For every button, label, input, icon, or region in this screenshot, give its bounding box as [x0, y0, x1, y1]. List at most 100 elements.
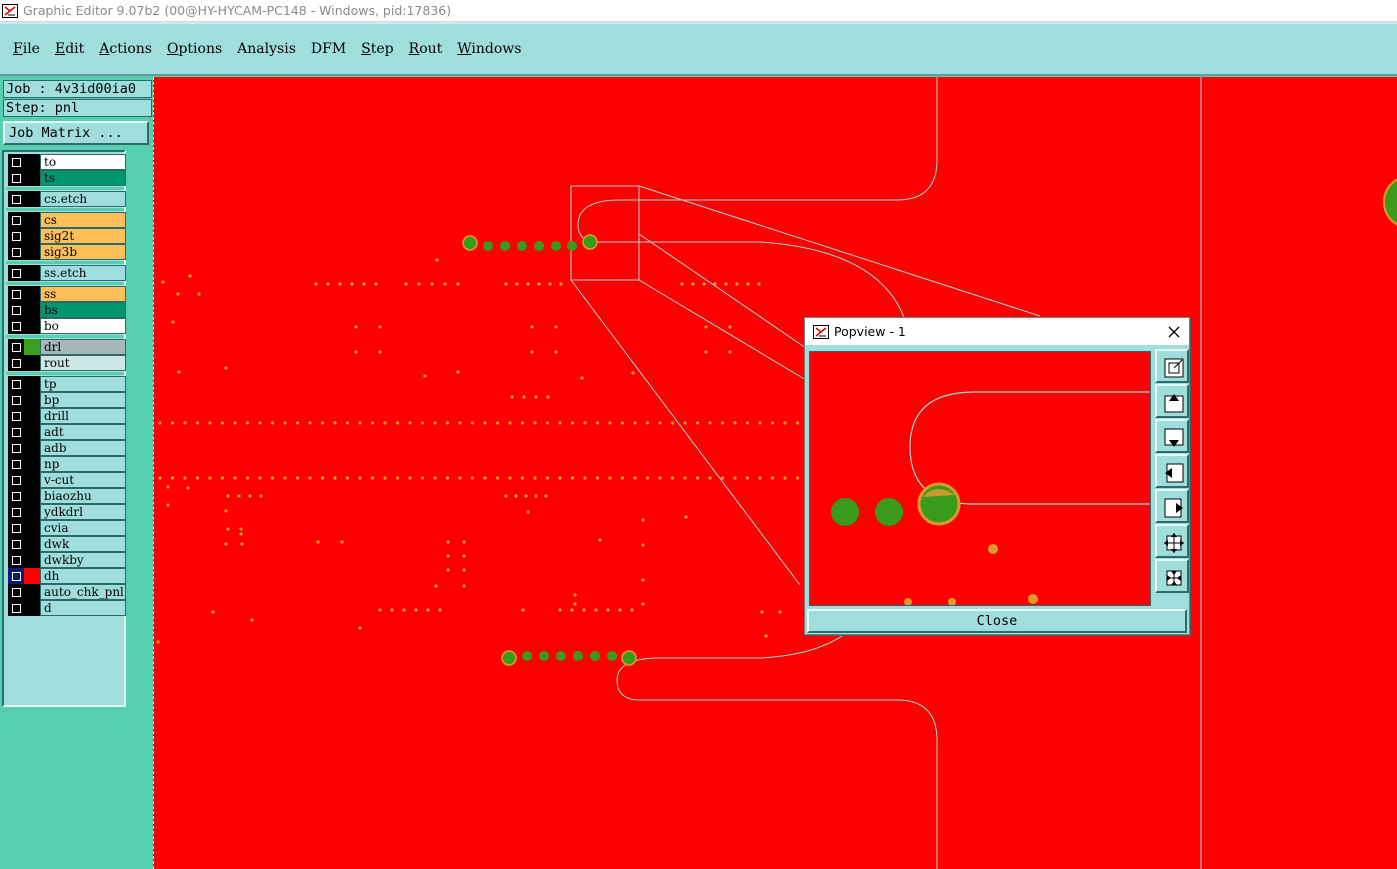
layer-checkbox[interactable]	[8, 154, 24, 170]
layer-checkbox[interactable]	[8, 472, 24, 488]
layer-color-swatch[interactable]	[24, 339, 40, 355]
layer-checkbox[interactable]	[8, 456, 24, 472]
layer-name[interactable]: ts	[40, 170, 126, 186]
layer-name[interactable]: drill	[40, 408, 126, 424]
layer-checkbox[interactable]	[8, 265, 24, 281]
layer-checkbox[interactable]	[8, 244, 24, 260]
layer-name[interactable]: cvia	[40, 520, 126, 536]
layer-color-swatch[interactable]	[24, 520, 40, 536]
layer-color-swatch[interactable]	[24, 552, 40, 568]
layer-checkbox[interactable]	[8, 600, 24, 616]
layer-color-swatch[interactable]	[24, 440, 40, 456]
layer-name[interactable]: ydkdrl	[40, 504, 126, 520]
layer-checkbox[interactable]	[8, 286, 24, 302]
layer-row-ss[interactable]: ss	[6, 286, 126, 302]
layer-row-dh[interactable]: dh	[6, 568, 126, 584]
layer-row-dwkby[interactable]: dwkby	[6, 552, 126, 568]
layer-checkbox[interactable]	[8, 584, 24, 600]
layer-name[interactable]: sig2t	[40, 228, 126, 244]
layer-row-bp[interactable]: bp	[6, 392, 126, 408]
menu-file[interactable]: File	[13, 41, 40, 57]
layer-color-swatch[interactable]	[24, 286, 40, 302]
layer-color-swatch[interactable]	[24, 154, 40, 170]
layer-color-swatch[interactable]	[24, 408, 40, 424]
layer-color-swatch[interactable]	[24, 600, 40, 616]
layer-row-ts[interactable]: ts	[6, 170, 126, 186]
menu-windows[interactable]: Windows	[457, 41, 521, 57]
layer-color-swatch[interactable]	[24, 424, 40, 440]
menu-options[interactable]: Options	[167, 41, 222, 57]
layer-checkbox[interactable]	[8, 318, 24, 334]
layer-checkbox[interactable]	[8, 376, 24, 392]
layer-name[interactable]: dh	[40, 568, 126, 584]
layer-checkbox[interactable]	[8, 228, 24, 244]
layer-checkbox[interactable]	[8, 339, 24, 355]
layer-checkbox[interactable]	[8, 392, 24, 408]
layer-row-drill[interactable]: drill	[6, 408, 126, 424]
layer-name[interactable]: bs	[40, 302, 126, 318]
layer-color-swatch[interactable]	[24, 376, 40, 392]
layer-row-drl[interactable]: drl	[6, 339, 126, 355]
layer-name[interactable]: rout	[40, 355, 126, 371]
layer-name[interactable]: biaozhu	[40, 488, 126, 504]
menu-edit[interactable]: Edit	[55, 41, 84, 57]
layer-row-bo[interactable]: bo	[6, 318, 126, 334]
layer-name[interactable]: to	[40, 154, 126, 170]
layer-color-swatch[interactable]	[24, 472, 40, 488]
layer-row-v-cut[interactable]: v-cut	[6, 472, 126, 488]
layer-checkbox[interactable]	[8, 212, 24, 228]
layer-color-swatch[interactable]	[24, 302, 40, 318]
layer-row-rout[interactable]: rout	[6, 355, 126, 371]
layer-name[interactable]: adb	[40, 440, 126, 456]
menu-analysis[interactable]: Analysis	[237, 41, 296, 57]
layer-name[interactable]: drl	[40, 339, 126, 355]
menu-rout[interactable]: Rout	[409, 41, 443, 57]
layer-color-swatch[interactable]	[24, 170, 40, 186]
layer-row-sig2t[interactable]: sig2t	[6, 228, 126, 244]
layer-row-sig3b[interactable]: sig3b	[6, 244, 126, 260]
layer-row-auto-chk-pnl[interactable]: auto_chk_pnl	[6, 584, 126, 600]
layer-row-biaozhu[interactable]: biaozhu	[6, 488, 126, 504]
pan-right-button[interactable]	[1155, 489, 1189, 523]
layer-name[interactable]: v-cut	[40, 472, 126, 488]
layer-name[interactable]: dwkby	[40, 552, 126, 568]
layer-checkbox[interactable]	[8, 440, 24, 456]
pan-down-button[interactable]	[1155, 419, 1189, 453]
layer-name[interactable]: ss	[40, 286, 126, 302]
layer-checkbox[interactable]	[8, 302, 24, 318]
layer-checkbox[interactable]	[8, 355, 24, 371]
job-matrix-button[interactable]: Job Matrix ...	[3, 121, 149, 145]
layer-name[interactable]: sig3b	[40, 244, 126, 260]
layer-checkbox[interactable]	[8, 568, 24, 584]
layer-row-ss-etch[interactable]: ss.etch	[6, 265, 126, 281]
pan-left-button[interactable]	[1155, 454, 1189, 488]
layer-name[interactable]: auto_chk_pnl	[40, 584, 126, 600]
layer-name[interactable]: d	[40, 600, 126, 616]
layer-name[interactable]: cs	[40, 212, 126, 228]
layer-row-bs[interactable]: bs	[6, 302, 126, 318]
layer-row-to[interactable]: to	[6, 154, 126, 170]
layer-row-cvia[interactable]: cvia	[6, 520, 126, 536]
layer-color-swatch[interactable]	[24, 318, 40, 334]
layer-color-swatch[interactable]	[24, 392, 40, 408]
layer-color-swatch[interactable]	[24, 265, 40, 281]
layer-row-cs[interactable]: cs	[6, 212, 126, 228]
pan-up-button[interactable]	[1155, 384, 1189, 418]
layer-row-ydkdrl[interactable]: ydkdrl	[6, 504, 126, 520]
layer-row-tp[interactable]: tp	[6, 376, 126, 392]
layer-checkbox[interactable]	[8, 536, 24, 552]
layer-checkbox[interactable]	[8, 191, 24, 207]
layer-checkbox[interactable]	[8, 504, 24, 520]
layer-color-swatch[interactable]	[24, 244, 40, 260]
layer-row-dwk[interactable]: dwk	[6, 536, 126, 552]
menu-step[interactable]: Step	[361, 41, 393, 57]
graphic-canvas[interactable]	[153, 77, 1397, 869]
layer-checkbox[interactable]	[8, 408, 24, 424]
layer-row-np[interactable]: np	[6, 456, 126, 472]
layer-checkbox[interactable]	[8, 424, 24, 440]
layer-row-adb[interactable]: adb	[6, 440, 126, 456]
layer-color-swatch[interactable]	[24, 456, 40, 472]
layer-name[interactable]: adt	[40, 424, 126, 440]
layer-name[interactable]: cs.etch	[40, 191, 126, 207]
layer-name[interactable]: bo	[40, 318, 126, 334]
